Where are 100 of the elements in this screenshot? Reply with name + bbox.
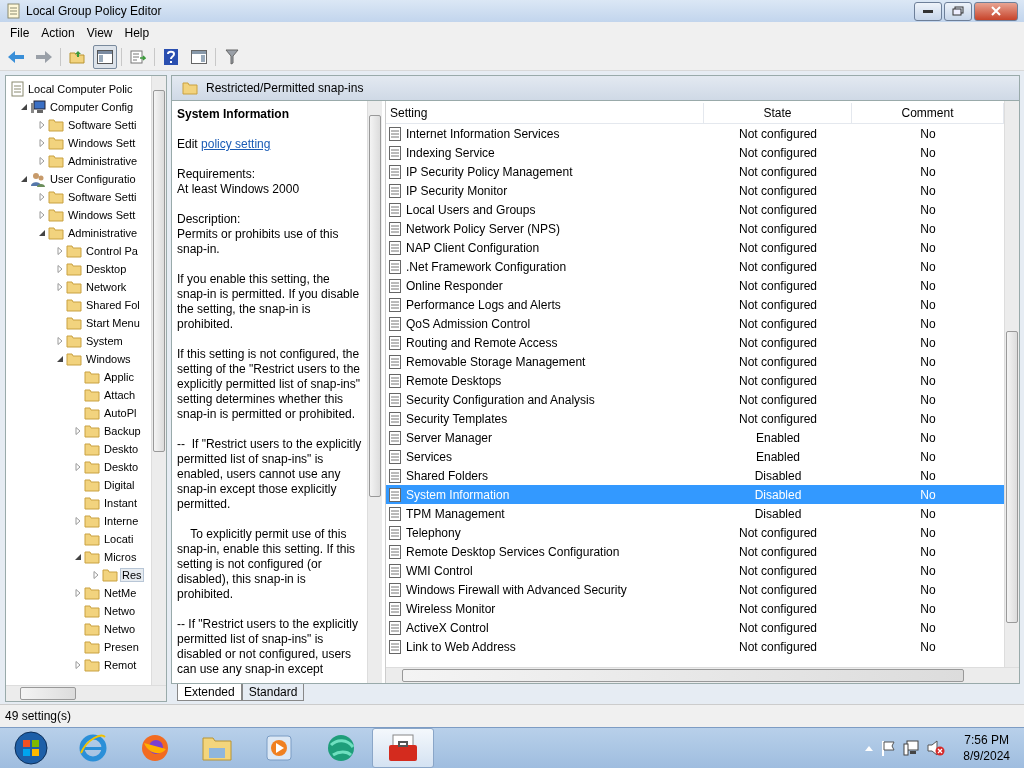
tree-item[interactable]: Presen [102, 640, 141, 654]
setting-row[interactable]: Routing and Remote Access Not configured No [386, 333, 1004, 352]
setting-row[interactable]: Server Manager Enabled No [386, 428, 1004, 447]
tree-item[interactable]: Res [120, 568, 144, 582]
browser-e-icon[interactable] [78, 733, 108, 763]
expand-arrow-icon[interactable] [38, 121, 46, 129]
tree-item[interactable]: Network [84, 280, 129, 294]
setting-row[interactable]: Wireless Monitor Not configured No [386, 599, 1004, 618]
expand-arrow-icon[interactable] [56, 265, 64, 273]
taskbar-app[interactable] [372, 728, 434, 768]
tree-item[interactable]: Locati [102, 532, 136, 546]
expand-arrow-icon[interactable] [38, 211, 46, 219]
close-button[interactable] [974, 1, 1018, 21]
tree-item[interactable]: Control Pa [84, 244, 140, 258]
horizontal-scrollbar[interactable] [386, 667, 1019, 683]
tree-item[interactable]: Software Setti [66, 190, 139, 204]
expand-arrow-icon[interactable] [38, 157, 46, 165]
tree-item[interactable]: Start Menu [84, 316, 142, 330]
expand-arrow-icon[interactable] [74, 463, 82, 471]
setting-row[interactable]: IP Security Policy Management Not configured No [386, 162, 1004, 181]
vertical-scrollbar[interactable] [151, 76, 166, 685]
setting-row[interactable]: Local Users and Groups Not configured No [386, 200, 1004, 219]
setting-row[interactable]: Remote Desktop Services Configuration Not configured No [386, 542, 1004, 561]
setting-row[interactable]: ActiveX Control Not configured No [386, 618, 1004, 637]
speaker-muted-icon[interactable] [927, 740, 946, 756]
setting-row[interactable]: Removable Storage Management Not configured No [386, 352, 1004, 371]
toolbox-icon[interactable] [387, 733, 419, 763]
column-header[interactable]: State [704, 103, 852, 123]
tree-item[interactable]: User Configuratio [48, 172, 138, 186]
expand-arrow-icon[interactable] [56, 337, 64, 345]
setting-row[interactable]: Security Templates Not configured No [386, 409, 1004, 428]
view-tab[interactable]: Extended [177, 684, 242, 701]
expand-arrow-icon[interactable] [92, 571, 100, 579]
menu-item[interactable]: Help [118, 26, 156, 40]
expand-arrow-icon[interactable] [56, 283, 64, 291]
tree-item[interactable]: Windows [84, 352, 133, 366]
folder-icon[interactable] [201, 734, 233, 762]
tree-item[interactable]: System [84, 334, 125, 348]
tree-item[interactable]: Applic [102, 370, 136, 384]
menu-item[interactable]: Action [35, 26, 81, 40]
tree-item[interactable]: Administrative [66, 226, 140, 240]
collapse-arrow-icon[interactable] [56, 355, 64, 363]
tree-item[interactable]: Interne [102, 514, 141, 528]
setting-row[interactable]: Security Configuration and Analysis Not configured No [386, 390, 1004, 409]
setting-row[interactable]: Network Policy Server (NPS) Not configured No [386, 219, 1004, 238]
collapse-arrow-icon[interactable] [74, 553, 82, 561]
maximize-button[interactable] [944, 1, 972, 21]
column-header[interactable]: Setting [386, 103, 704, 123]
setting-row[interactable]: Windows Firewall with Advanced Security Not configured No [386, 580, 1004, 599]
tree-item[interactable]: Administrative [66, 154, 140, 168]
minimize-button[interactable] [914, 1, 942, 21]
flag-icon[interactable] [881, 740, 896, 756]
tree-item[interactable]: Computer Config [48, 100, 136, 114]
setting-row[interactable]: WMI Control Not configured No [386, 561, 1004, 580]
setting-row[interactable]: NAP Client Configuration Not configured No [386, 238, 1004, 257]
tree-item[interactable]: AutoPl [102, 406, 139, 420]
tree-item[interactable]: Netwo [102, 604, 138, 618]
setting-row[interactable]: TPM Management Disabled No [386, 504, 1004, 523]
setting-row[interactable]: Internet Information Services Not configured No [386, 124, 1004, 143]
tree-item[interactable]: Windows Sett [66, 208, 138, 222]
horizontal-scrollbar[interactable] [6, 685, 166, 701]
expand-arrow-icon[interactable] [38, 193, 46, 201]
tree-item[interactable]: Micros [102, 550, 139, 564]
tree-item[interactable]: Desktop [84, 262, 129, 276]
setting-row[interactable]: Online Responder Not configured No [386, 276, 1004, 295]
tree-item[interactable]: Shared Fol [84, 298, 142, 312]
tree-item[interactable]: Deskto [102, 460, 141, 474]
tree-item[interactable]: Local Computer Polic [26, 82, 135, 96]
setting-row[interactable]: Telephony Not configured No [386, 523, 1004, 542]
tree-item[interactable]: Deskto [102, 442, 141, 456]
network-icon[interactable] [903, 740, 920, 756]
setting-row[interactable]: Remote Desktops Not configured No [386, 371, 1004, 390]
vertical-scrollbar[interactable] [367, 101, 382, 683]
menu-item[interactable]: File [4, 26, 36, 40]
media-player-icon[interactable] [265, 734, 293, 762]
collapse-arrow-icon[interactable] [38, 229, 46, 237]
menu-item[interactable]: View [80, 26, 119, 40]
tree-item[interactable]: Netwo [102, 622, 138, 636]
firefox-icon[interactable] [140, 733, 170, 763]
setting-row[interactable]: Shared Folders Disabled No [386, 466, 1004, 485]
setting-row[interactable]: IP Security Monitor Not configured No [386, 181, 1004, 200]
collapse-arrow-icon[interactable] [20, 103, 28, 111]
expand-arrow-icon[interactable] [38, 139, 46, 147]
expand-arrow-icon[interactable] [74, 661, 82, 669]
expand-arrow-icon[interactable] [74, 427, 82, 435]
policy-setting-link[interactable]: policy setting [201, 137, 271, 151]
expand-arrow-icon[interactable] [56, 247, 64, 255]
setting-row[interactable]: QoS Admission Control Not configured No [386, 314, 1004, 333]
vertical-scrollbar[interactable] [1004, 101, 1019, 667]
tree-item[interactable]: Attach [102, 388, 138, 402]
expand-arrow-icon[interactable] [74, 589, 82, 597]
setting-row[interactable]: .Net Framework Configuration Not configured No [386, 257, 1004, 276]
console-tree-button[interactable] [93, 45, 117, 69]
tree-item[interactable]: Instant [102, 496, 140, 510]
expand-arrow-icon[interactable] [74, 517, 82, 525]
tree-item[interactable]: Backup [102, 424, 143, 438]
tree-item[interactable]: NetMe [102, 586, 139, 600]
tree-item[interactable]: Remot [102, 658, 139, 672]
setting-row[interactable]: Link to Web Address Not configured No [386, 637, 1004, 656]
globe-icon[interactable] [325, 733, 357, 763]
